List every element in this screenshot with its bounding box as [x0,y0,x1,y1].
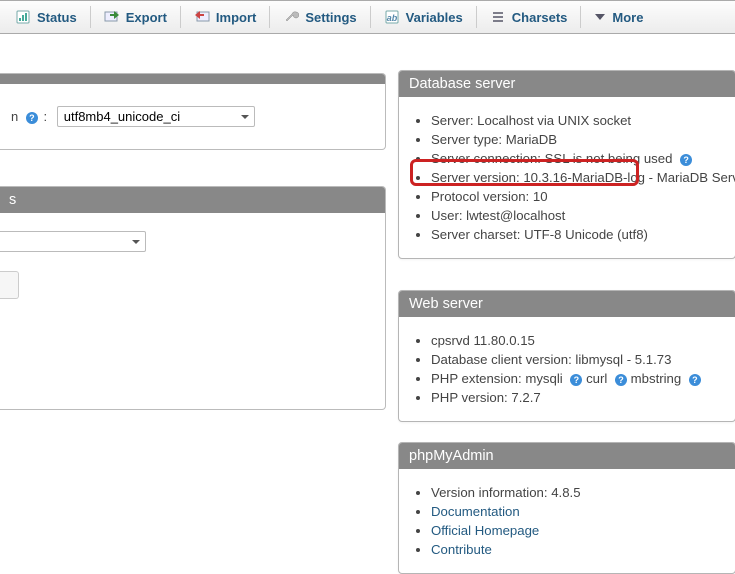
svg-text:ab: ab [386,13,397,23]
phpext-curl: curl [586,371,607,386]
chevron-down-icon [594,11,606,23]
charsets-icon [490,9,506,25]
webserver-software: cpsrvd 11.80.0.15 [431,331,725,350]
wrench-icon [283,9,299,25]
tab-settings[interactable]: Settings [273,5,366,29]
tab-status[interactable]: Status [5,5,87,29]
pma-body: Version information: 4.8.5 Documentation… [399,469,735,573]
phpext-mysqli: mysqli [525,371,562,386]
truncated-button[interactable] [0,271,19,299]
pma-version: Version information: 4.8.5 [431,483,725,502]
webserver-dbclient: Database client version: libmysql - 5.1.… [431,350,725,369]
export-label: Export [126,10,167,25]
general-settings-panel: n ? : utf8mb4_unicode_ci [0,73,386,150]
import-icon [194,9,210,25]
divider [370,6,371,28]
status-icon [15,9,31,25]
pma-doc-link[interactable]: Documentation [431,504,520,519]
settings-label: Settings [305,10,356,25]
charsets-label: Charsets [512,10,568,25]
webserver-phpver: PHP version: 7.2.7 [431,388,725,407]
divider [90,6,91,28]
tab-more[interactable]: More [584,6,653,29]
panel-header [0,74,385,84]
help-icon[interactable]: ? [689,374,701,386]
phpext-label: PHP extension: [431,371,522,386]
phpext-mbstring: mbstring [631,371,682,386]
divider [180,6,181,28]
help-icon[interactable]: ? [615,374,627,386]
panel-body: n ? : utf8mb4_unicode_ci [0,84,385,149]
import-label: Import [216,10,256,25]
phpmyadmin-panel: phpMyAdmin Version information: 4.8.5 Do… [398,442,735,574]
pma-home-link[interactable]: Official Homepage [431,523,539,538]
dbserver-conn-text: Server connection: SSL is not being used [431,151,672,166]
variables-label: Variables [406,10,463,25]
divider [580,6,581,28]
webserver-phpext: PHP extension: mysqli ? curl ? mbstring … [431,369,725,388]
tab-variables[interactable]: ab Variables [374,5,473,29]
pma-title: phpMyAdmin [399,443,735,469]
pma-contribute-link[interactable]: Contribute [431,542,492,557]
more-label: More [612,10,643,25]
dbserver-user: User: lwtest@localhost [431,206,725,225]
dbserver-protocol: Protocol version: 10 [431,187,725,206]
collation-label-colon: : [43,109,47,124]
divider [476,6,477,28]
dbserver-conn: Server connection: SSL is not being used… [431,149,725,168]
dbserver-server: Server: Localhost via UNIX socket [431,111,725,130]
tab-import[interactable]: Import [184,5,266,29]
top-toolbar: Status Export Import Settings ab Variabl… [0,0,735,34]
appearance-settings-panel: s [0,186,386,410]
webserver-title: Web server [399,291,735,317]
dbserver-title: Database server [399,71,735,97]
webserver-body: cpsrvd 11.80.0.15 Database client versio… [399,317,735,421]
dbserver-charset: Server charset: UTF-8 Unicode (utf8) [431,225,725,244]
web-server-panel: Web server cpsrvd 11.80.0.15 Database cl… [398,290,735,422]
export-icon [104,9,120,25]
panel-body-2 [0,213,385,249]
dbserver-type: Server type: MariaDB [431,130,725,149]
help-icon[interactable]: ? [680,154,692,166]
divider [269,6,270,28]
language-select[interactable] [0,231,146,252]
status-label: Status [37,10,77,25]
collation-select[interactable]: utf8mb4_unicode_ci [57,106,255,127]
tab-charsets[interactable]: Charsets [480,5,578,29]
dbserver-body: Server: Localhost via UNIX socket Server… [399,97,735,258]
database-server-panel: Database server Server: Localhost via UN… [398,70,735,259]
variables-icon: ab [384,9,400,25]
help-icon[interactable]: ? [570,374,582,386]
dbserver-version: Server version: 10.3.16-MariaDB-log - Ma… [431,168,725,187]
content-area: n ? : utf8mb4_unicode_ci s Da [0,38,735,558]
tab-export[interactable]: Export [94,5,177,29]
help-icon[interactable]: ? [26,112,38,124]
panel-header-2: s [0,187,385,213]
